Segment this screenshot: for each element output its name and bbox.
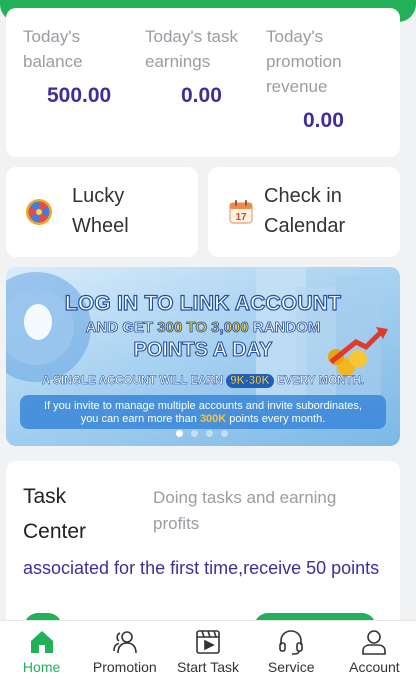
banner-headline-4-highlight: 9K-30K bbox=[226, 374, 274, 388]
tab-start-task[interactable]: Start Task bbox=[166, 621, 249, 679]
tab-promotion[interactable]: Promotion bbox=[83, 621, 166, 679]
banner-note-line-2-post: points every month. bbox=[226, 413, 326, 425]
check-in-tile[interactable]: 17 Check in Calendar bbox=[208, 167, 400, 257]
home-icon bbox=[30, 631, 53, 653]
banner-note-line-1: If you invite to manage multiple account… bbox=[44, 400, 362, 412]
banner-pagination bbox=[176, 430, 228, 437]
task-description: associated for the first time,receive 50… bbox=[23, 558, 380, 578]
banner-headline-2: AND GET 300 TO 3,000 RANDOM bbox=[6, 319, 400, 337]
pagination-dot[interactable] bbox=[191, 430, 198, 437]
task-center-subtitle: Doing tasks and earning profits bbox=[153, 488, 337, 533]
tab-home[interactable]: Home bbox=[0, 621, 83, 679]
stat-promotion-revenue-value: 0.00 bbox=[303, 109, 344, 132]
tab-account-label: Account bbox=[349, 659, 400, 675]
calendar-icon: 17 bbox=[229, 200, 253, 224]
video-icon bbox=[196, 630, 220, 654]
banner-note: If you invite to manage multiple account… bbox=[6, 400, 400, 426]
task-center-title: Task Center bbox=[23, 479, 86, 549]
task-center-title-line-2: Center bbox=[23, 520, 87, 543]
lucky-wheel-tile[interactable]: Lucky Wheel bbox=[6, 167, 198, 257]
stats-card: Today's balance 500.00 Today's task earn… bbox=[6, 8, 400, 157]
banner-note-line-2-pre: you can earn more than bbox=[80, 413, 200, 425]
headset-icon bbox=[279, 630, 304, 655]
banner-headline-4-post: EVERY MONTH. bbox=[273, 375, 364, 388]
stat-balance-value: 500.00 bbox=[47, 84, 112, 107]
stat-promotion-revenue: Today's promotion revenue bbox=[266, 24, 376, 99]
pagination-dot[interactable] bbox=[221, 430, 228, 437]
pagination-dot-active[interactable] bbox=[176, 430, 183, 437]
tab-service[interactable]: Service bbox=[250, 621, 333, 679]
banner-headline-1: LOG IN TO LINK ACCOUNT bbox=[64, 291, 342, 315]
stat-task-earnings-value: 0.00 bbox=[181, 84, 222, 107]
stat-promotion-revenue-label: Today's promotion revenue bbox=[266, 27, 342, 96]
stat-balance: Today's balance bbox=[23, 24, 133, 74]
tab-start-task-label: Start Task bbox=[177, 659, 239, 675]
tab-promotion-label: Promotion bbox=[92, 659, 157, 675]
task-center-title-line-1: Task bbox=[23, 485, 67, 508]
stat-balance-label: Today's balance bbox=[23, 27, 83, 71]
lucky-wheel-label-1: Lucky bbox=[72, 185, 125, 207]
promo-banner[interactable]: LOG IN TO LINK ACCOUNT AND GET 300 TO 3,… bbox=[6, 267, 400, 446]
people-icon bbox=[112, 631, 137, 654]
svg-text:17: 17 bbox=[235, 212, 247, 223]
stat-task-earnings-label: Today's task earnings bbox=[145, 27, 239, 71]
banner-headline-2-highlight: 300 TO 3,000 bbox=[157, 319, 249, 337]
banner-note-line-2-highlight: 300K bbox=[199, 413, 227, 425]
lucky-wheel-label-2: Wheel bbox=[72, 215, 129, 237]
banner-note-line-2: you can earn more than 300K points every… bbox=[6, 413, 400, 426]
banner-headline-4-pre: A SINGLE ACCOUNT WILL EARN bbox=[42, 375, 227, 388]
tab-service-label: Service bbox=[267, 659, 315, 675]
banner-headline-2-post: RANDOM bbox=[248, 319, 321, 337]
tab-account[interactable]: Account bbox=[333, 621, 416, 679]
stat-task-earnings: Today's task earnings bbox=[145, 24, 255, 74]
bottom-tab-bar: Home Promotion Start Task Service Accoun… bbox=[0, 620, 416, 679]
banner-headline-4: A SINGLE ACCOUNT WILL EARN 9K-30K EVERY … bbox=[6, 374, 400, 388]
banner-headline-3: POINTS A DAY bbox=[133, 338, 273, 361]
wheel-icon bbox=[26, 199, 52, 225]
pagination-dot[interactable] bbox=[206, 430, 213, 437]
tab-home-label: Home bbox=[22, 659, 61, 675]
banner-headline-2-pre: AND GET bbox=[85, 319, 158, 337]
user-icon bbox=[362, 630, 387, 655]
check-in-label-2: Calendar bbox=[264, 215, 346, 237]
check-in-label-1: Check in bbox=[264, 185, 342, 207]
